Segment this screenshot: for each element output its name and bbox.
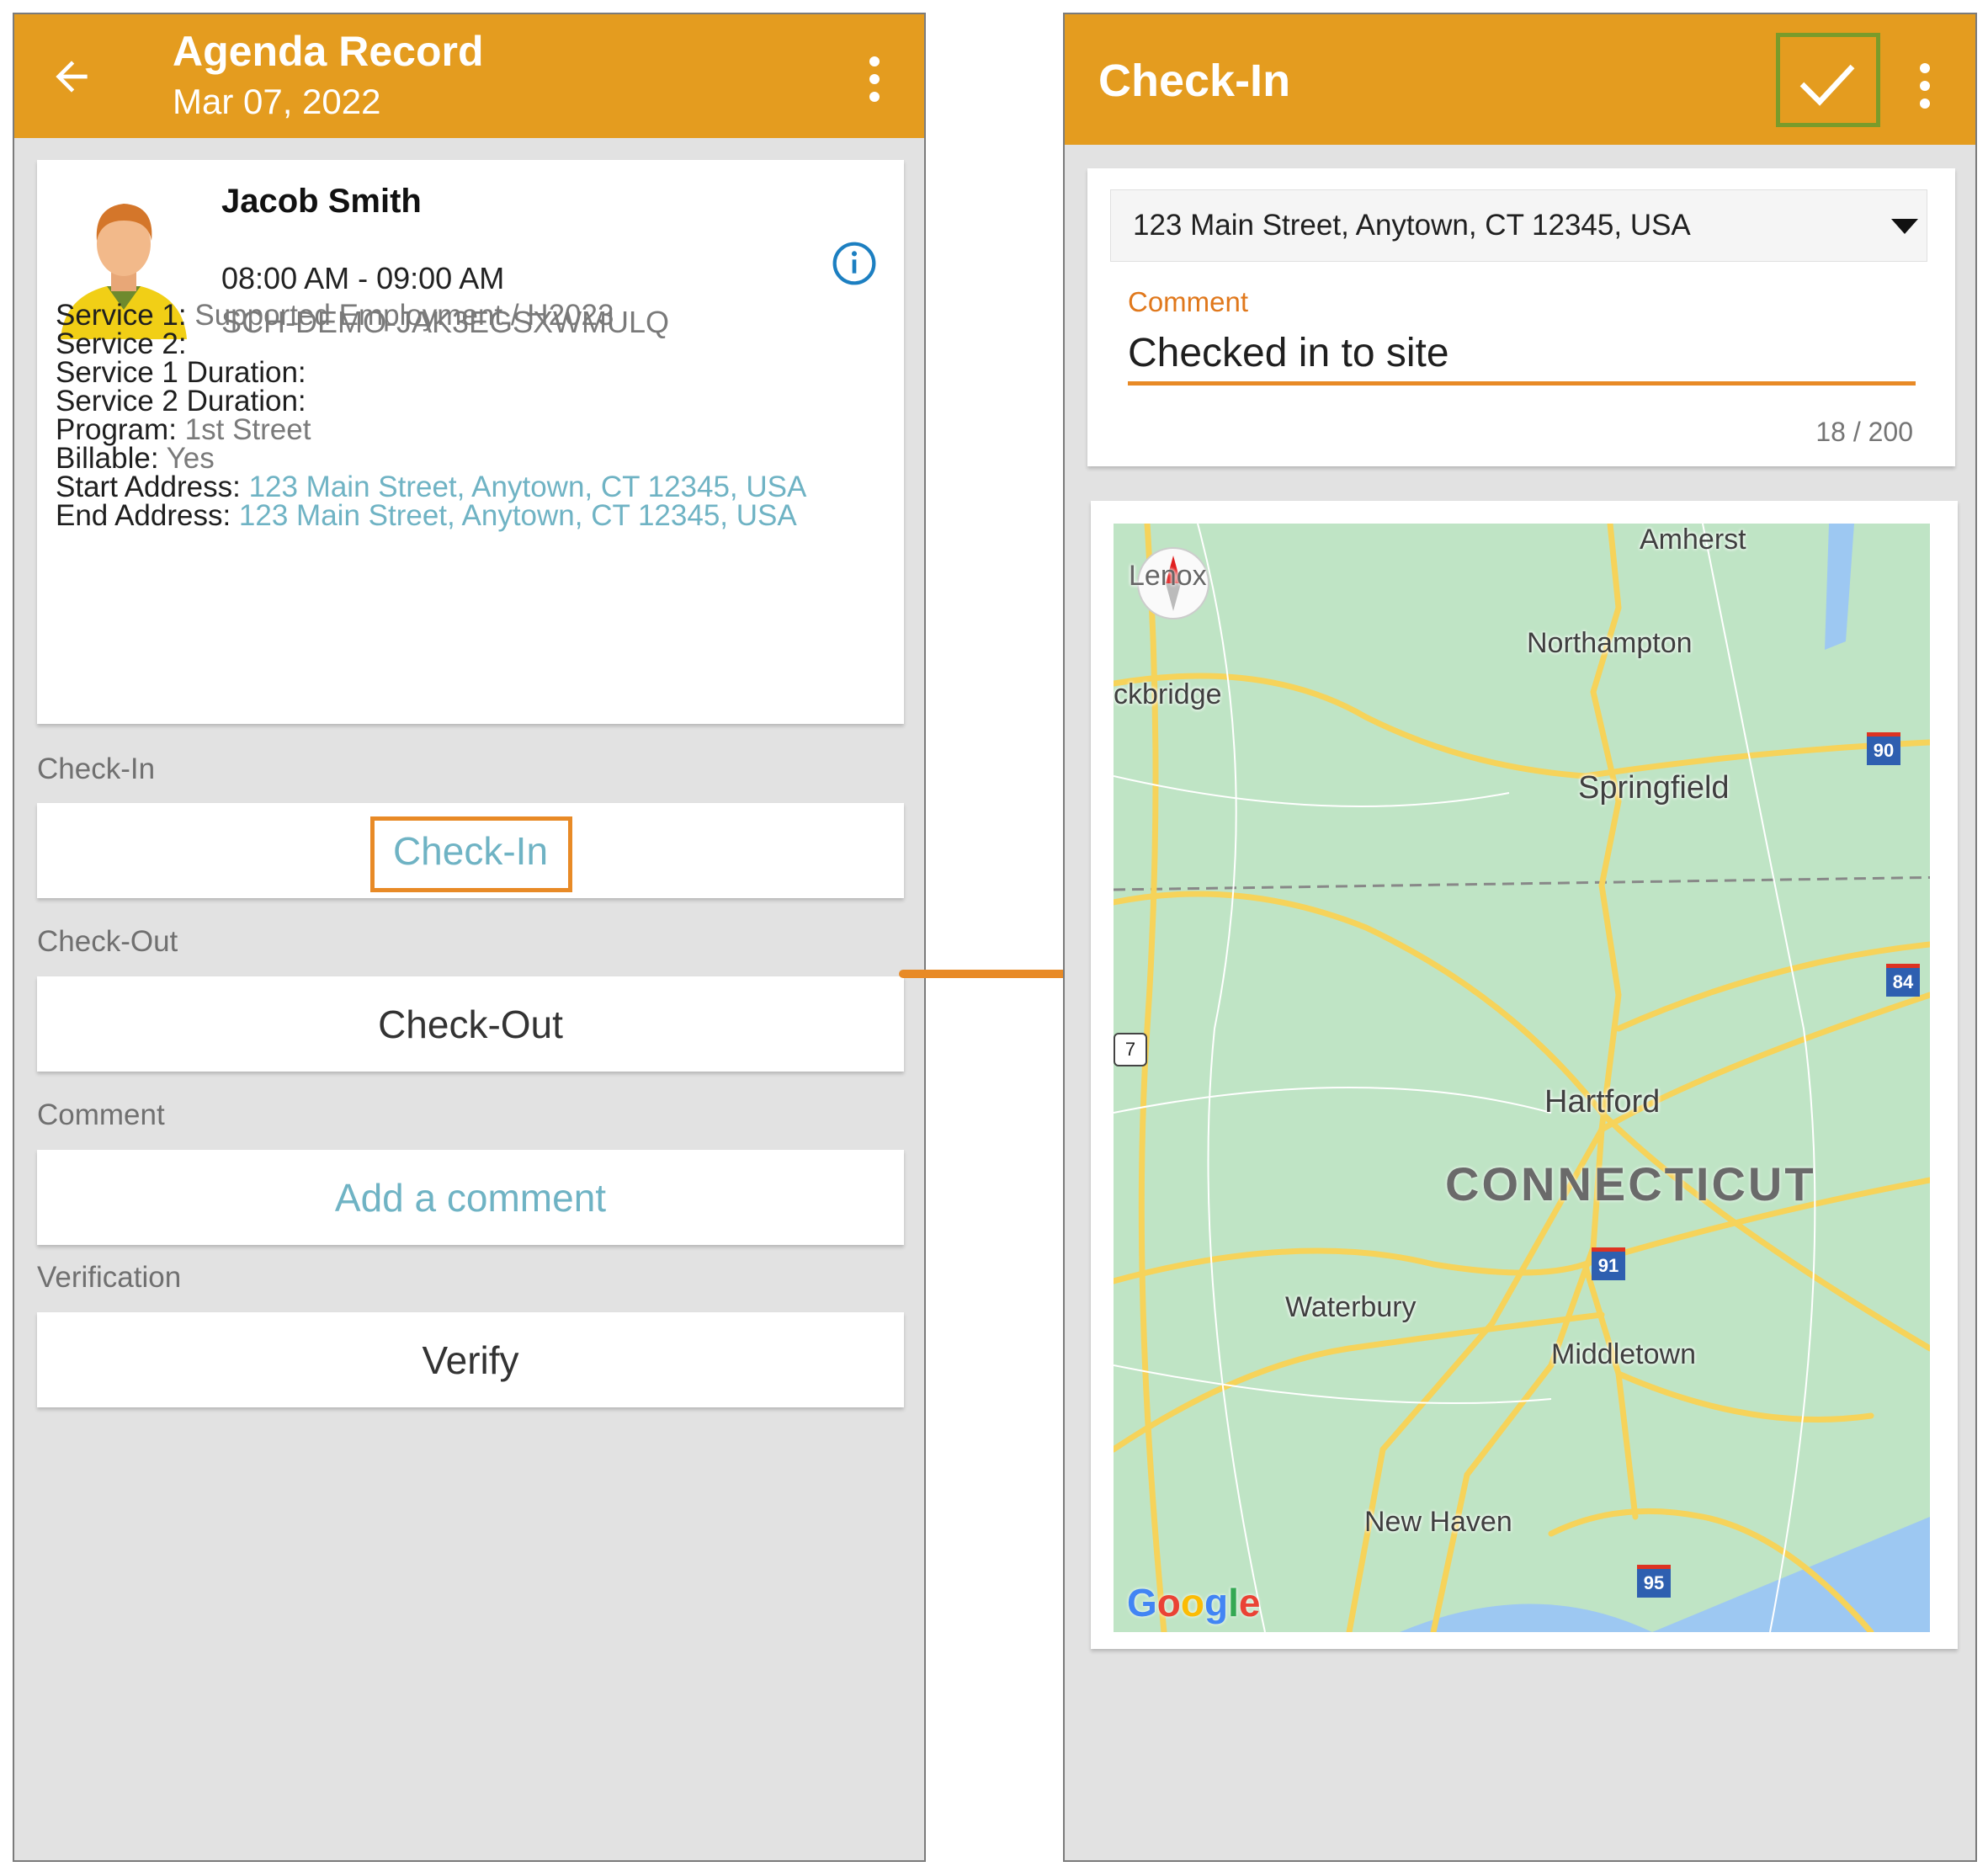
char-counter: 18 / 200 bbox=[1815, 417, 1913, 447]
map-city-label: ckbridge bbox=[1114, 678, 1222, 710]
dropdown-arrow-icon bbox=[1891, 219, 1918, 234]
detail-row: End Address: 123 Main Street, Anytown, C… bbox=[56, 499, 797, 533]
comment-section-label: Comment bbox=[37, 1098, 165, 1131]
map-city-label: Northampton bbox=[1527, 627, 1693, 659]
page-title: Check-In bbox=[1098, 56, 1291, 106]
map-view[interactable]: Amherst Lenox ckbridge Northampton Sprin… bbox=[1114, 524, 1930, 1632]
detail-value: Supported Employment / H2023 bbox=[194, 299, 614, 332]
google-logo: Google bbox=[1127, 1581, 1261, 1625]
map-city-label: New Haven bbox=[1364, 1506, 1512, 1538]
checkin-highlight bbox=[370, 816, 572, 892]
comment-input[interactable]: Checked in to site bbox=[1128, 330, 1916, 386]
client-card: Jacob Smith 08:00 AM - 09:00 AM SCH-DEMO… bbox=[37, 160, 904, 724]
comment-input-value: Checked in to site bbox=[1128, 331, 1449, 375]
back-arrow-icon[interactable] bbox=[48, 53, 95, 100]
highway-shield-icon: 84 bbox=[1886, 964, 1920, 997]
checkout-section-label: Check-Out bbox=[37, 925, 178, 958]
verification-section-label: Verification bbox=[37, 1261, 182, 1294]
address-link[interactable]: 123 Main Street, Anytown, CT 12345, USA bbox=[239, 499, 797, 532]
checkin-section-label: Check-In bbox=[37, 753, 156, 785]
comment-field-label: Comment bbox=[1128, 286, 1249, 317]
highway-shield-icon: 90 bbox=[1867, 732, 1900, 765]
highway-shield-icon: 7 bbox=[1114, 1033, 1147, 1066]
page-title: Agenda Record bbox=[173, 28, 484, 75]
checkout-button[interactable]: Check-Out bbox=[378, 1002, 563, 1047]
comment-card: Add a comment bbox=[37, 1150, 904, 1245]
highway-shield-icon: 91 bbox=[1592, 1247, 1625, 1280]
confirm-highlight bbox=[1776, 33, 1880, 127]
map-city-label: Waterbury bbox=[1285, 1291, 1417, 1323]
map-state-label: CONNECTICUT bbox=[1445, 1157, 1816, 1210]
verify-button[interactable]: Verify bbox=[422, 1338, 518, 1383]
map-city-label: Middletown bbox=[1551, 1338, 1696, 1370]
verification-card: Verify bbox=[37, 1312, 904, 1407]
map-city-label: Amherst bbox=[1640, 524, 1746, 556]
check-in-screen: Check-In 123 Main Street, Anytown, CT 12… bbox=[1063, 13, 1977, 1862]
info-icon[interactable] bbox=[831, 240, 878, 287]
checkout-card: Check-Out bbox=[37, 976, 904, 1072]
address-select-value: 123 Main Street, Anytown, CT 12345, USA bbox=[1133, 209, 1691, 242]
highway-shield-icon: 95 bbox=[1637, 1565, 1671, 1598]
detail-label: End Address: bbox=[56, 499, 239, 532]
client-name: Jacob Smith bbox=[221, 183, 422, 220]
map-city-label: Springfield bbox=[1578, 770, 1730, 806]
map-city-label: Hartford bbox=[1544, 1084, 1661, 1119]
map-city-label: Lenox bbox=[1129, 560, 1207, 592]
appointment-time: 08:00 AM - 09:00 AM bbox=[221, 261, 505, 295]
checkin-form-card: 123 Main Street, Anytown, CT 12345, USA … bbox=[1087, 168, 1955, 466]
map-roads bbox=[1114, 524, 1930, 1632]
overflow-menu-icon[interactable] bbox=[869, 56, 881, 102]
agenda-record-screen: Agenda Record Mar 07, 2022 Jacob Smith 0… bbox=[13, 13, 926, 1862]
overflow-menu-icon[interactable] bbox=[1920, 63, 1932, 109]
app-bar: Agenda Record Mar 07, 2022 bbox=[14, 14, 924, 138]
add-comment-button[interactable]: Add a comment bbox=[335, 1175, 606, 1221]
page-date: Mar 07, 2022 bbox=[173, 82, 381, 121]
address-select[interactable]: 123 Main Street, Anytown, CT 12345, USA bbox=[1110, 189, 1927, 262]
